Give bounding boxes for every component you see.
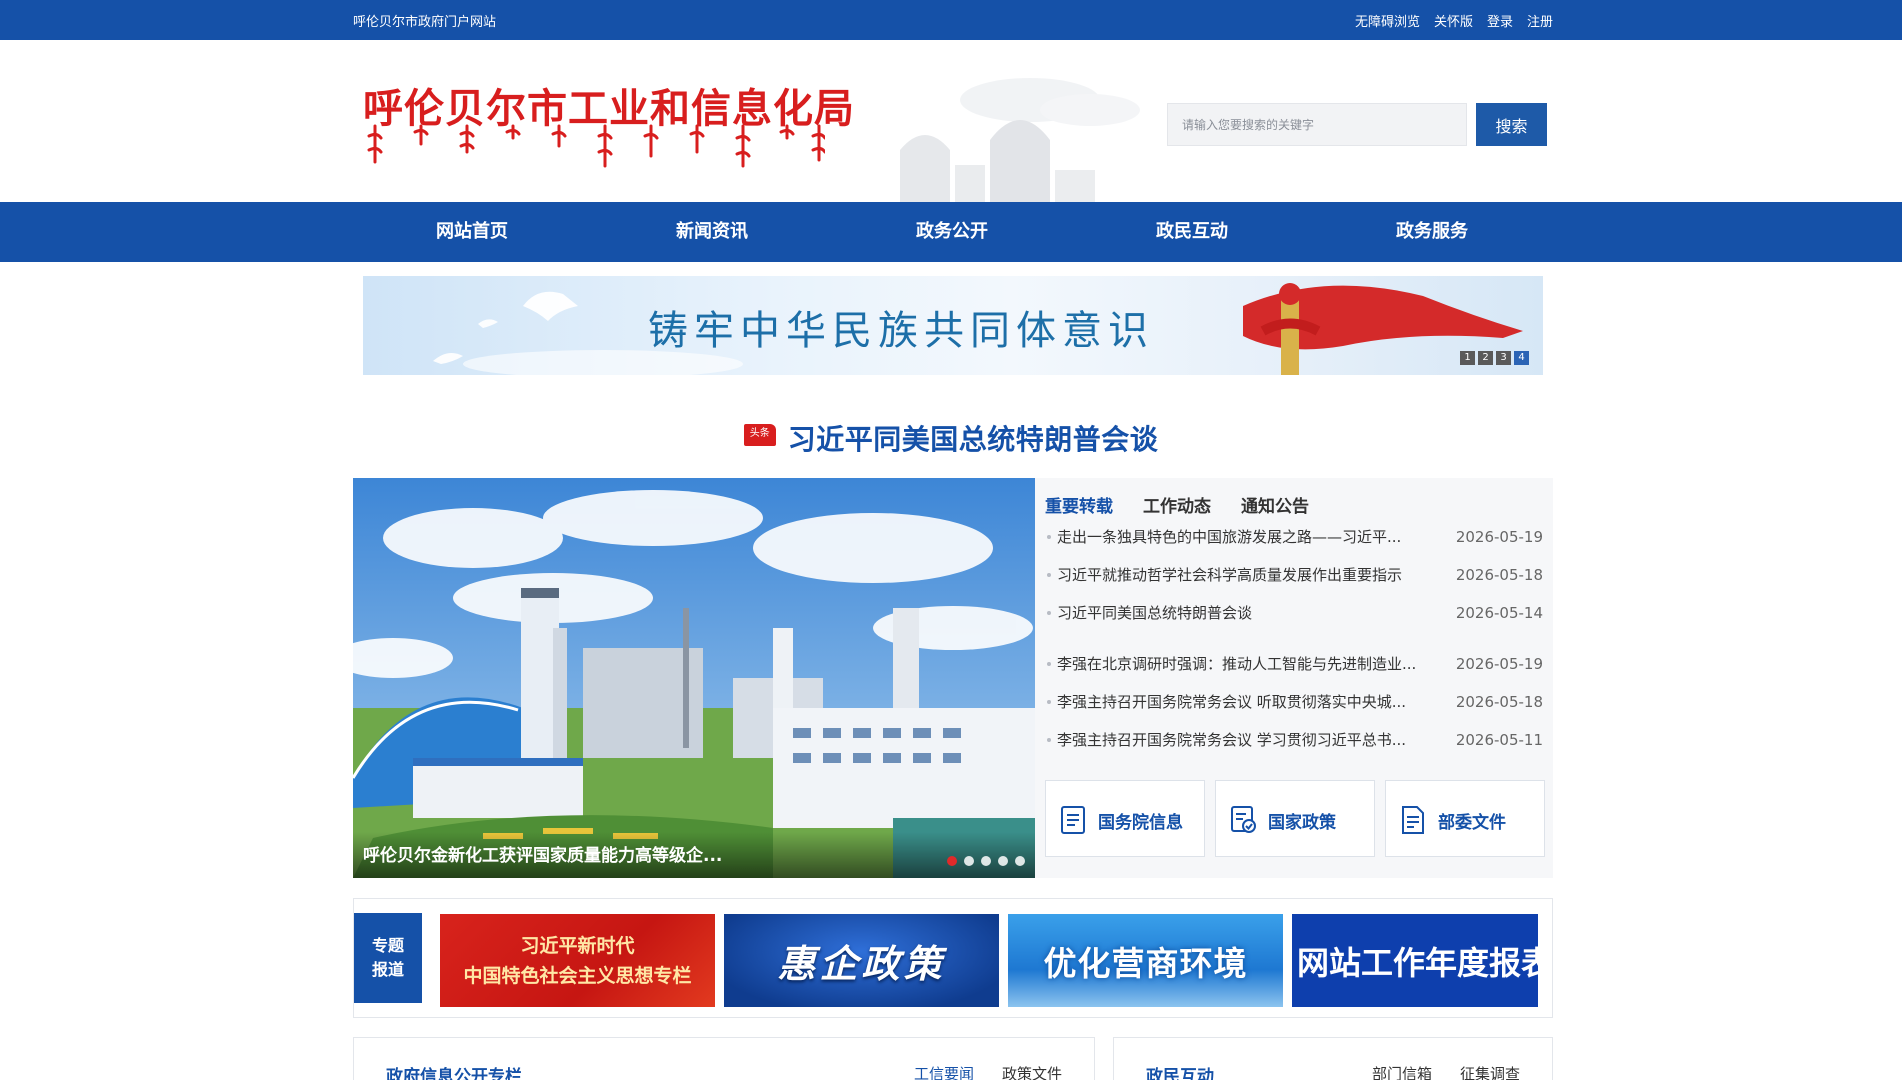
- top-links: 无障碍浏览 关怀版 登录 注册: [1355, 11, 1553, 30]
- main-news-area: 呼伦贝尔金新化工获评国家质量能力高等级企... 重要转载 工作动态 通知公告 走…: [353, 478, 1553, 878]
- nav-services[interactable]: 政务服务: [1352, 202, 1512, 262]
- topic-3-text: 优化营商环境: [1043, 943, 1248, 983]
- nav-news[interactable]: 新闻资讯: [632, 202, 792, 262]
- topic-business-environment[interactable]: 优化营商环境: [1008, 914, 1283, 1007]
- photo-carousel[interactable]: 呼伦贝尔金新化工获评国家质量能力高等级企...: [353, 478, 1035, 878]
- photo-dot-5[interactable]: [1015, 856, 1025, 866]
- tab-notices[interactable]: 通知公告: [1241, 492, 1309, 517]
- news-title[interactable]: 李强主持召开国务院常务会议 学习贯彻习近平总书...: [1057, 721, 1442, 759]
- portal-link[interactable]: 呼伦贝尔市政府门户网站: [353, 11, 496, 30]
- national-policy-button[interactable]: 国家政策: [1215, 780, 1375, 857]
- news-date: 2026-05-11: [1455, 731, 1543, 749]
- news-date: 2026-05-14: [1455, 604, 1543, 622]
- main-nav: 网站首页 新闻资讯 政务公开 政民互动 政务服务: [0, 202, 1902, 262]
- photo-dot-2[interactable]: [964, 856, 974, 866]
- tab-work-updates[interactable]: 工作动态: [1143, 492, 1211, 517]
- tab-important-reprints[interactable]: 重要转载: [1045, 492, 1113, 517]
- tab-industry-news[interactable]: 工信要闻: [914, 1063, 974, 1080]
- nav-interaction[interactable]: 政民互动: [1112, 202, 1272, 262]
- nav-home[interactable]: 网站首页: [392, 202, 552, 262]
- banner-page-3[interactable]: 3: [1496, 351, 1511, 365]
- headline-title[interactable]: 习近平同美国总统特朗普会谈: [788, 418, 1159, 458]
- bullet-icon: [1047, 662, 1051, 666]
- elder-mode-link[interactable]: 关怀版: [1434, 11, 1473, 30]
- topic-enterprise-policy[interactable]: 惠企政策: [724, 914, 999, 1007]
- quick-link-label: 国家政策: [1268, 813, 1336, 833]
- list-item[interactable]: 习近平同美国总统特朗普会谈 2026-05-14: [1045, 594, 1543, 632]
- register-link[interactable]: 注册: [1527, 11, 1553, 30]
- topic-2-text: 惠企政策: [777, 942, 946, 986]
- tab-policy-docs[interactable]: 政策文件: [1002, 1063, 1062, 1080]
- login-link[interactable]: 登录: [1487, 11, 1513, 30]
- banner-page-1[interactable]: 1: [1460, 351, 1475, 365]
- photo-dot-4[interactable]: [998, 856, 1008, 866]
- accessibility-link[interactable]: 无障碍浏览: [1355, 11, 1420, 30]
- mongolian-script-logo: [367, 124, 825, 168]
- topics-label: 专题 报道: [354, 913, 422, 1003]
- topic-1-line2: 中国特色社会主义思想专栏: [463, 964, 692, 987]
- news-title[interactable]: 习近平就推动哲学社会科学高质量发展作出重要指示: [1057, 556, 1442, 594]
- banner-slogan: 铸牢中华民族共同体意识: [648, 308, 1154, 354]
- file-icon: [1402, 806, 1424, 834]
- photo-pager: [947, 856, 1025, 866]
- news-date: 2026-05-19: [1455, 655, 1543, 673]
- interaction-title[interactable]: 政民互动: [1146, 1062, 1214, 1080]
- topic-1-line1: 习近平新时代: [520, 934, 635, 957]
- headline: 头条 习近平同美国总统特朗普会谈: [0, 418, 1902, 458]
- gov-info-panel: 政府信息公开专栏 工信要闻 政策文件: [353, 1037, 1095, 1080]
- banner-pager: 1 2 3 4: [1460, 351, 1529, 365]
- news-tabs: 重要转载 工作动态 通知公告: [1045, 492, 1309, 517]
- policy-badge-icon: [1231, 806, 1256, 833]
- photo-caption[interactable]: 呼伦贝尔金新化工获评国家质量能力高等级企...: [363, 841, 722, 866]
- slogan-banner[interactable]: 铸牢中华民族共同体意识 1 2 3 4: [363, 276, 1543, 375]
- interaction-tabs: 部门信箱 征集调查: [1372, 1063, 1520, 1080]
- bullet-icon: [1047, 738, 1051, 742]
- news-date: 2026-05-19: [1455, 528, 1543, 546]
- ministry-documents-button[interactable]: 部委文件: [1385, 780, 1545, 857]
- news-title[interactable]: 李强主持召开国务院常务会议 听取贯彻落实中央城...: [1057, 683, 1442, 721]
- interaction-panel: 政民互动 部门信箱 征集调查: [1113, 1037, 1553, 1080]
- special-topics: 专题 报道 习近平新时代 中国特色社会主义思想专栏 惠企政策 优化营商环境 网站…: [353, 898, 1553, 1018]
- topic-4-text: 网站工作年度报表: [1297, 943, 1538, 982]
- search-input[interactable]: [1167, 103, 1467, 146]
- list-item[interactable]: 李强主持召开国务院常务会议 听取贯彻落实中央城... 2026-05-18: [1045, 683, 1543, 721]
- nav-gov-affairs[interactable]: 政务公开: [872, 202, 1032, 262]
- list-item[interactable]: 李强在北京调研时强调：推动人工智能与先进制造业... 2026-05-19: [1045, 645, 1543, 683]
- quick-link-label: 国务院信息: [1098, 813, 1183, 833]
- bullet-icon: [1047, 535, 1051, 539]
- list-item[interactable]: 习近平就推动哲学社会科学高质量发展作出重要指示 2026-05-18: [1045, 556, 1543, 594]
- photo-dot-3[interactable]: [981, 856, 991, 866]
- news-date: 2026-05-18: [1455, 566, 1543, 584]
- news-title[interactable]: 习近平同美国总统特朗普会谈: [1057, 594, 1442, 632]
- banner-page-2[interactable]: 2: [1478, 351, 1493, 365]
- topic-xi-thought[interactable]: 习近平新时代 中国特色社会主义思想专栏: [440, 914, 715, 1007]
- photo-dot-1[interactable]: [947, 856, 957, 866]
- news-title[interactable]: 李强在北京调研时强调：推动人工智能与先进制造业...: [1057, 645, 1442, 683]
- headline-badge: 头条: [743, 424, 776, 446]
- search-button[interactable]: 搜索: [1476, 103, 1547, 146]
- header: 呼伦贝尔市工业和信息化局 搜索: [0, 40, 1902, 202]
- topics-label-line1: 专题: [371, 936, 404, 955]
- bullet-icon: [1047, 573, 1051, 577]
- tab-survey[interactable]: 征集调查: [1460, 1063, 1520, 1080]
- news-title[interactable]: 走出一条独具特色的中国旅游发展之路——习近平...: [1057, 518, 1442, 556]
- news-date: 2026-05-18: [1455, 693, 1543, 711]
- gov-info-title[interactable]: 政府信息公开专栏: [386, 1062, 522, 1080]
- tab-dept-mailbox[interactable]: 部门信箱: [1372, 1063, 1432, 1080]
- bullet-icon: [1047, 611, 1051, 615]
- gov-info-tabs: 工信要闻 政策文件: [914, 1063, 1062, 1080]
- quick-link-label: 部委文件: [1438, 813, 1506, 833]
- banner-page-4[interactable]: 4: [1514, 351, 1529, 365]
- topics-label-line2: 报道: [371, 960, 404, 979]
- list-item[interactable]: 李强主持召开国务院常务会议 学习贯彻习近平总书... 2026-05-11: [1045, 721, 1543, 759]
- state-council-info-button[interactable]: 国务院信息: [1045, 780, 1205, 857]
- topic-annual-report[interactable]: 网站工作年度报表: [1292, 914, 1538, 1007]
- list-item[interactable]: 走出一条独具特色的中国旅游发展之路——习近平... 2026-05-19: [1045, 518, 1543, 556]
- top-bar: 呼伦贝尔市政府门户网站 无障碍浏览 关怀版 登录 注册: [0, 0, 1902, 40]
- building-skyline-decoration: [900, 78, 1140, 202]
- factory-photo: [353, 478, 1035, 878]
- bullet-icon: [1047, 700, 1051, 704]
- document-list-icon: [1061, 806, 1085, 834]
